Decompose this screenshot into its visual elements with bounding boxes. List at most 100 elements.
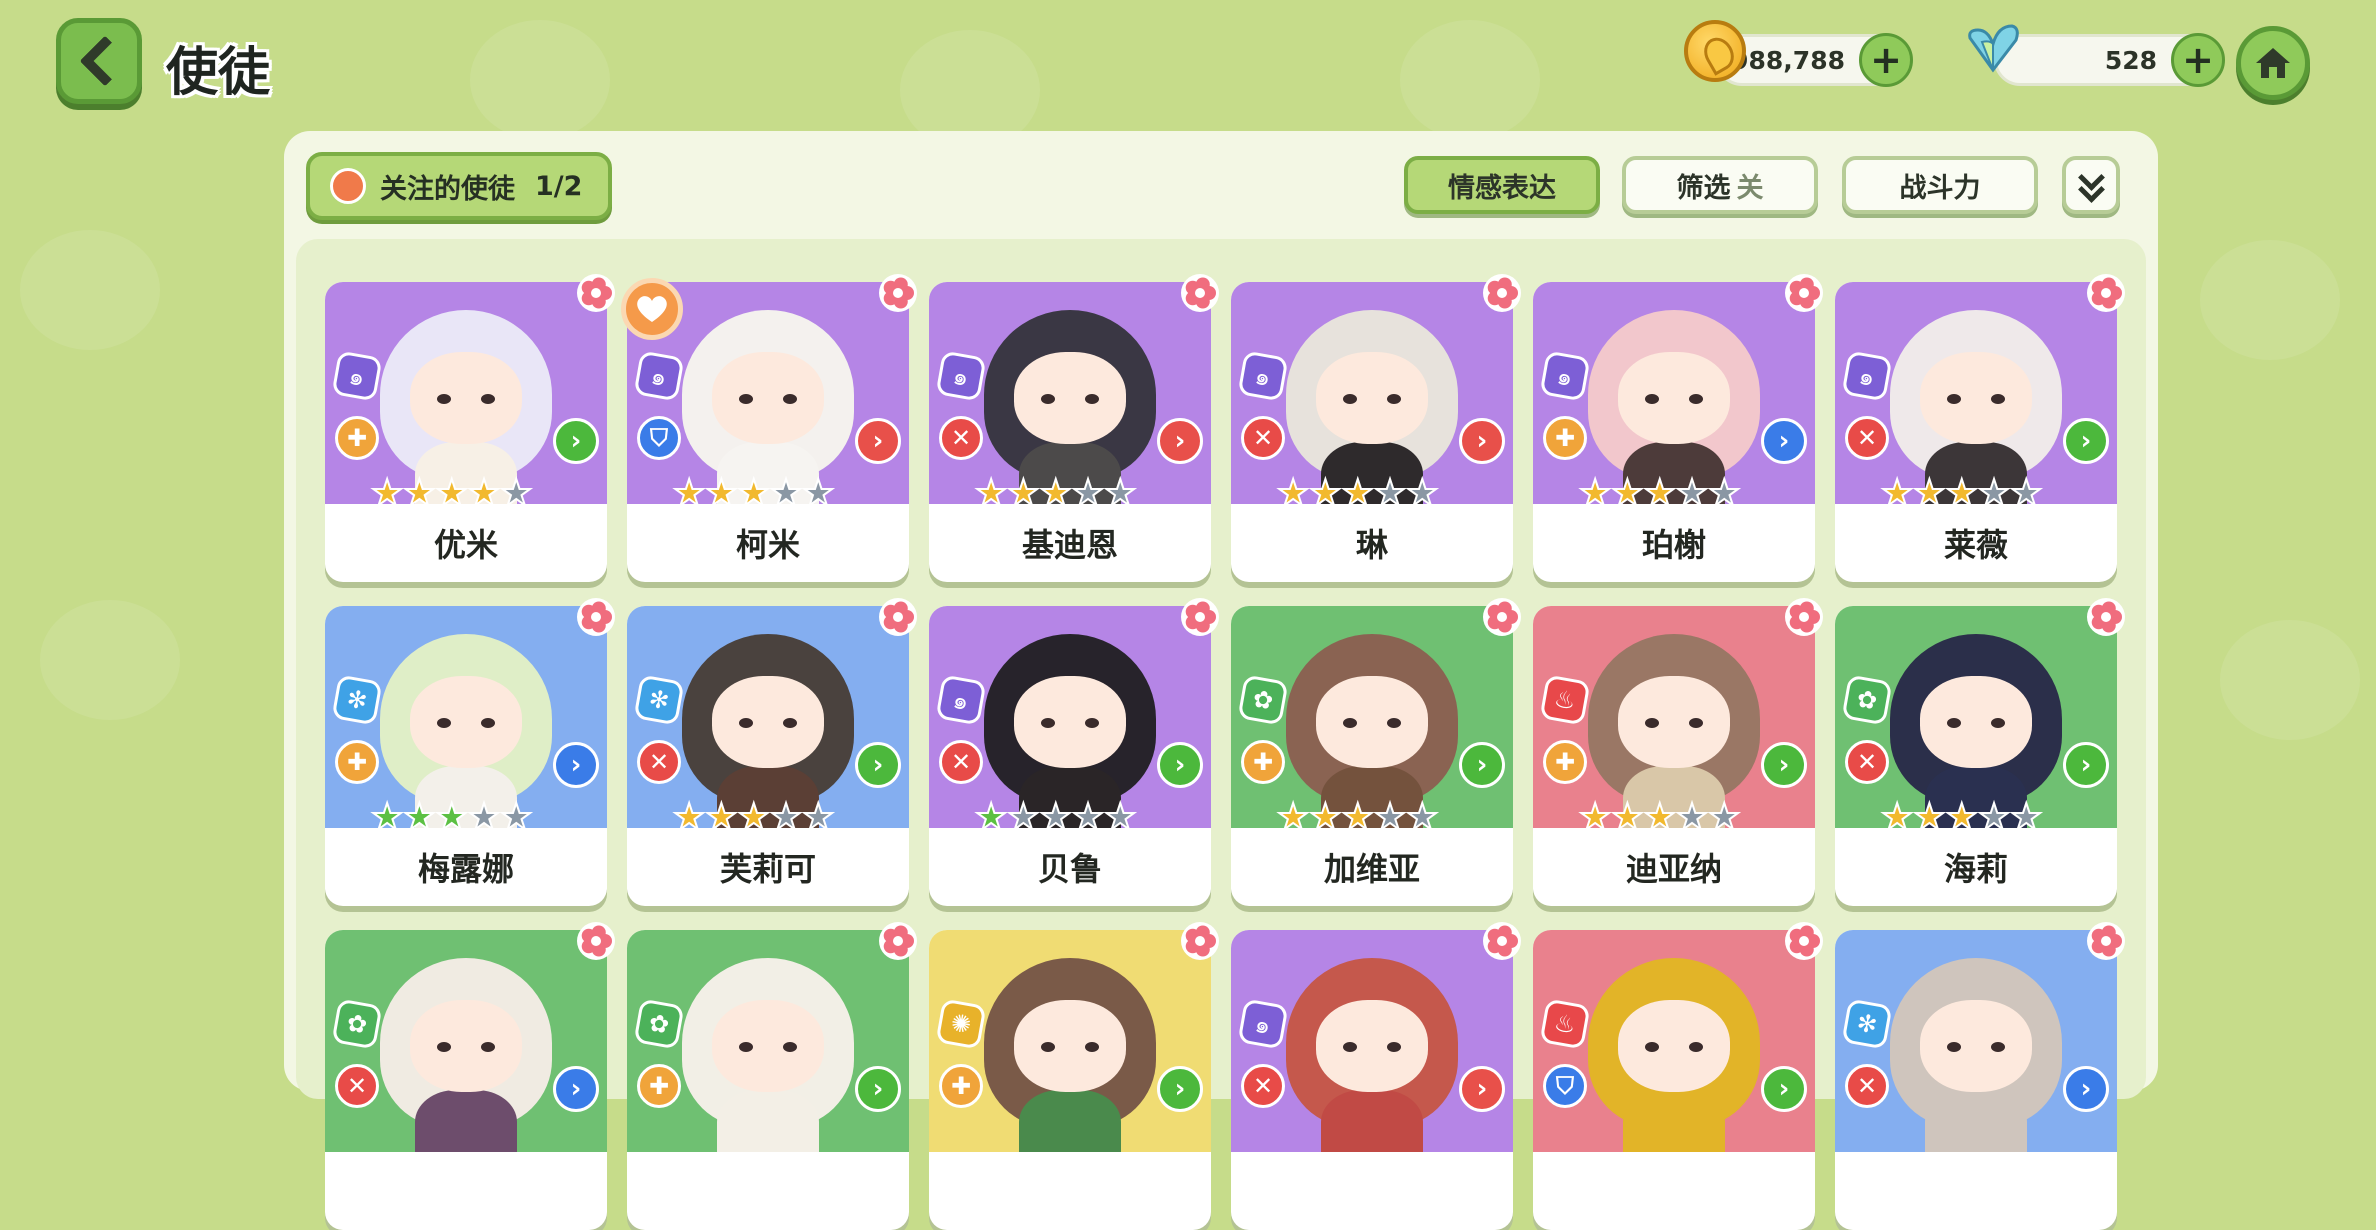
flower-icon[interactable] xyxy=(1481,596,1523,638)
home-button[interactable] xyxy=(2236,26,2310,100)
chevron-right-icon: › xyxy=(1157,1066,1203,1112)
apostle-card[interactable]: ♨ ✚ › ★ ★ ★ ★ ★ 迪亚纳 xyxy=(1533,598,1823,906)
followed-label: 关注的使徒 xyxy=(380,173,515,205)
chevron-right-icon: › xyxy=(1459,418,1505,464)
apostle-card[interactable]: ✻ ✚ › ★ ★ ★ ★ ★ 梅露娜 xyxy=(325,598,615,906)
apostle-portrait: ✿ ✚ › xyxy=(627,930,909,1152)
flower-icon[interactable] xyxy=(1783,272,1825,314)
element-icon: ๑ xyxy=(1237,350,1289,402)
portrait-eye xyxy=(1085,394,1099,404)
flower-icon[interactable] xyxy=(1481,920,1523,962)
apostle-card[interactable]: ๑ ✚ › ★ ★ ★ ★ ★ 珀榭 xyxy=(1533,274,1823,582)
element-icon: ๑ xyxy=(1539,350,1591,402)
role-icon: ✕ xyxy=(939,416,983,460)
flower-icon[interactable] xyxy=(575,272,617,314)
star-rating: ★ ★ ★ ★ ★ xyxy=(672,799,835,829)
portrait-eye xyxy=(783,394,797,404)
star-icon: ★ xyxy=(1610,473,1644,505)
apostle-name-area: 海莉 xyxy=(1835,828,2117,906)
apostle-name-area xyxy=(1231,1152,1513,1230)
flower-icon[interactable] xyxy=(575,596,617,638)
apostle-card[interactable]: ๑ ✕ › ★ ★ ★ ★ ★ 贝鲁 xyxy=(929,598,1219,906)
star-icon: ★ xyxy=(1977,797,2011,829)
apostle-name: 莱薇 xyxy=(1943,526,2008,564)
flower-icon[interactable] xyxy=(1179,920,1221,962)
flower-icon[interactable] xyxy=(877,272,919,314)
flower-icon[interactable] xyxy=(877,920,919,962)
sort-power-label: 战斗力 xyxy=(1899,172,1981,204)
flower-icon[interactable] xyxy=(877,596,919,638)
portrait-eye xyxy=(739,1042,753,1052)
add-gems-button[interactable]: + xyxy=(2171,33,2225,87)
back-button[interactable] xyxy=(56,18,142,104)
flower-icon[interactable] xyxy=(1481,272,1523,314)
flower-icon[interactable] xyxy=(575,920,617,962)
apostle-card[interactable]: ♨ ⛉ › xyxy=(1533,922,1823,1230)
apostle-card[interactable]: ✿ ✚ › ★ ★ ★ ★ ★ 加维亚 xyxy=(1231,598,1521,906)
portrait-eye xyxy=(1387,1042,1401,1052)
portrait-body xyxy=(1321,1090,1423,1152)
portrait-eye xyxy=(1041,1042,1055,1052)
apostle-card[interactable]: ✻ ✕ › ★ ★ ★ ★ ★ 芙莉可 xyxy=(627,598,917,906)
star-icon: ★ xyxy=(769,473,803,505)
add-coins-button[interactable]: + xyxy=(1859,33,1913,87)
star-icon: ★ xyxy=(1578,473,1612,505)
element-icon: ✻ xyxy=(633,674,685,726)
coin-amount: 988,788 xyxy=(1731,46,1845,75)
favorite-heart-icon[interactable] xyxy=(621,278,683,340)
sort-order-button[interactable] xyxy=(2062,156,2120,214)
apostle-card[interactable]: ✿ ✚ › xyxy=(627,922,917,1230)
star-rating: ★ ★ ★ ★ ★ xyxy=(974,475,1137,505)
star-icon: ★ xyxy=(1103,797,1137,829)
flower-icon[interactable] xyxy=(1179,272,1221,314)
apostle-card[interactable]: ๑ ⛉ › ★ ★ ★ ★ ★ 柯米 xyxy=(621,274,917,582)
apostle-card[interactable]: ✿ ✕ › ★ ★ ★ ★ ★ 海莉 xyxy=(1835,598,2125,906)
star-icon: ★ xyxy=(1308,797,1342,829)
apostle-portrait: ๑ ✕ › ★ ★ ★ ★ ★ xyxy=(1231,282,1513,504)
apostle-name-area xyxy=(325,1152,607,1230)
apostle-card[interactable]: ✿ ✕ › xyxy=(325,922,615,1230)
apostle-card[interactable]: ๑ ✕ › ★ ★ ★ ★ ★ 莱薇 xyxy=(1835,274,2125,582)
flower-icon[interactable] xyxy=(2085,920,2127,962)
apostle-name-area xyxy=(929,1152,1211,1230)
flower-icon[interactable] xyxy=(2085,596,2127,638)
apostle-name-area: 贝鲁 xyxy=(929,828,1211,906)
portrait-eye xyxy=(1689,718,1703,728)
apostle-portrait: ๑ ✕ › ★ ★ ★ ★ ★ xyxy=(929,606,1211,828)
portrait-face xyxy=(1316,676,1428,768)
flower-icon[interactable] xyxy=(2085,272,2127,314)
apostle-card[interactable]: ✺ ✚ › xyxy=(929,922,1219,1230)
chevron-right-icon: › xyxy=(855,1066,901,1112)
element-icon: ✻ xyxy=(1841,998,1893,1050)
apostle-card[interactable]: ✻ ✕ › xyxy=(1835,922,2125,1230)
apostle-card[interactable]: ๑ ✕ › ★ ★ ★ ★ ★ 基迪恩 xyxy=(929,274,1219,582)
element-icon: ✿ xyxy=(1841,674,1893,726)
portrait-face xyxy=(712,352,824,444)
apostle-name: 芙莉可 xyxy=(719,850,816,888)
apostle-name-area: 梅露娜 xyxy=(325,828,607,906)
chevron-right-icon: › xyxy=(855,742,901,788)
role-icon: ✚ xyxy=(335,740,379,784)
apostle-card[interactable]: ๑ ✚ › ★ ★ ★ ★ ★ 优米 xyxy=(325,274,615,582)
apostle-portrait: ♨ ✚ › ★ ★ ★ ★ ★ xyxy=(1533,606,1815,828)
role-icon: ✕ xyxy=(335,1064,379,1108)
apostle-card[interactable]: ๑ ✕ › xyxy=(1231,922,1521,1230)
apostle-portrait: ๑ ✕ › xyxy=(1231,930,1513,1152)
portrait-eye xyxy=(1343,394,1357,404)
emotion-expression-button[interactable]: 情感表达 xyxy=(1404,156,1600,214)
portrait-eye xyxy=(1645,718,1659,728)
page-title: 使徒 xyxy=(166,43,271,103)
portrait-body xyxy=(1623,1090,1725,1152)
element-icon: ๑ xyxy=(331,350,383,402)
apostle-name-area: 优米 xyxy=(325,504,607,582)
star-icon: ★ xyxy=(402,797,436,829)
followed-apostles-button[interactable]: 关注的使徒 1/2 xyxy=(306,152,612,220)
portrait-eye xyxy=(1991,1042,2005,1052)
filter-button[interactable]: 筛选关 xyxy=(1622,156,1818,214)
flower-icon[interactable] xyxy=(1783,596,1825,638)
sort-power-button[interactable]: 战斗力 xyxy=(1842,156,2038,214)
portrait-eye xyxy=(739,718,753,728)
apostle-card[interactable]: ๑ ✕ › ★ ★ ★ ★ ★ 琳 xyxy=(1231,274,1521,582)
flower-icon[interactable] xyxy=(1179,596,1221,638)
flower-icon[interactable] xyxy=(1783,920,1825,962)
